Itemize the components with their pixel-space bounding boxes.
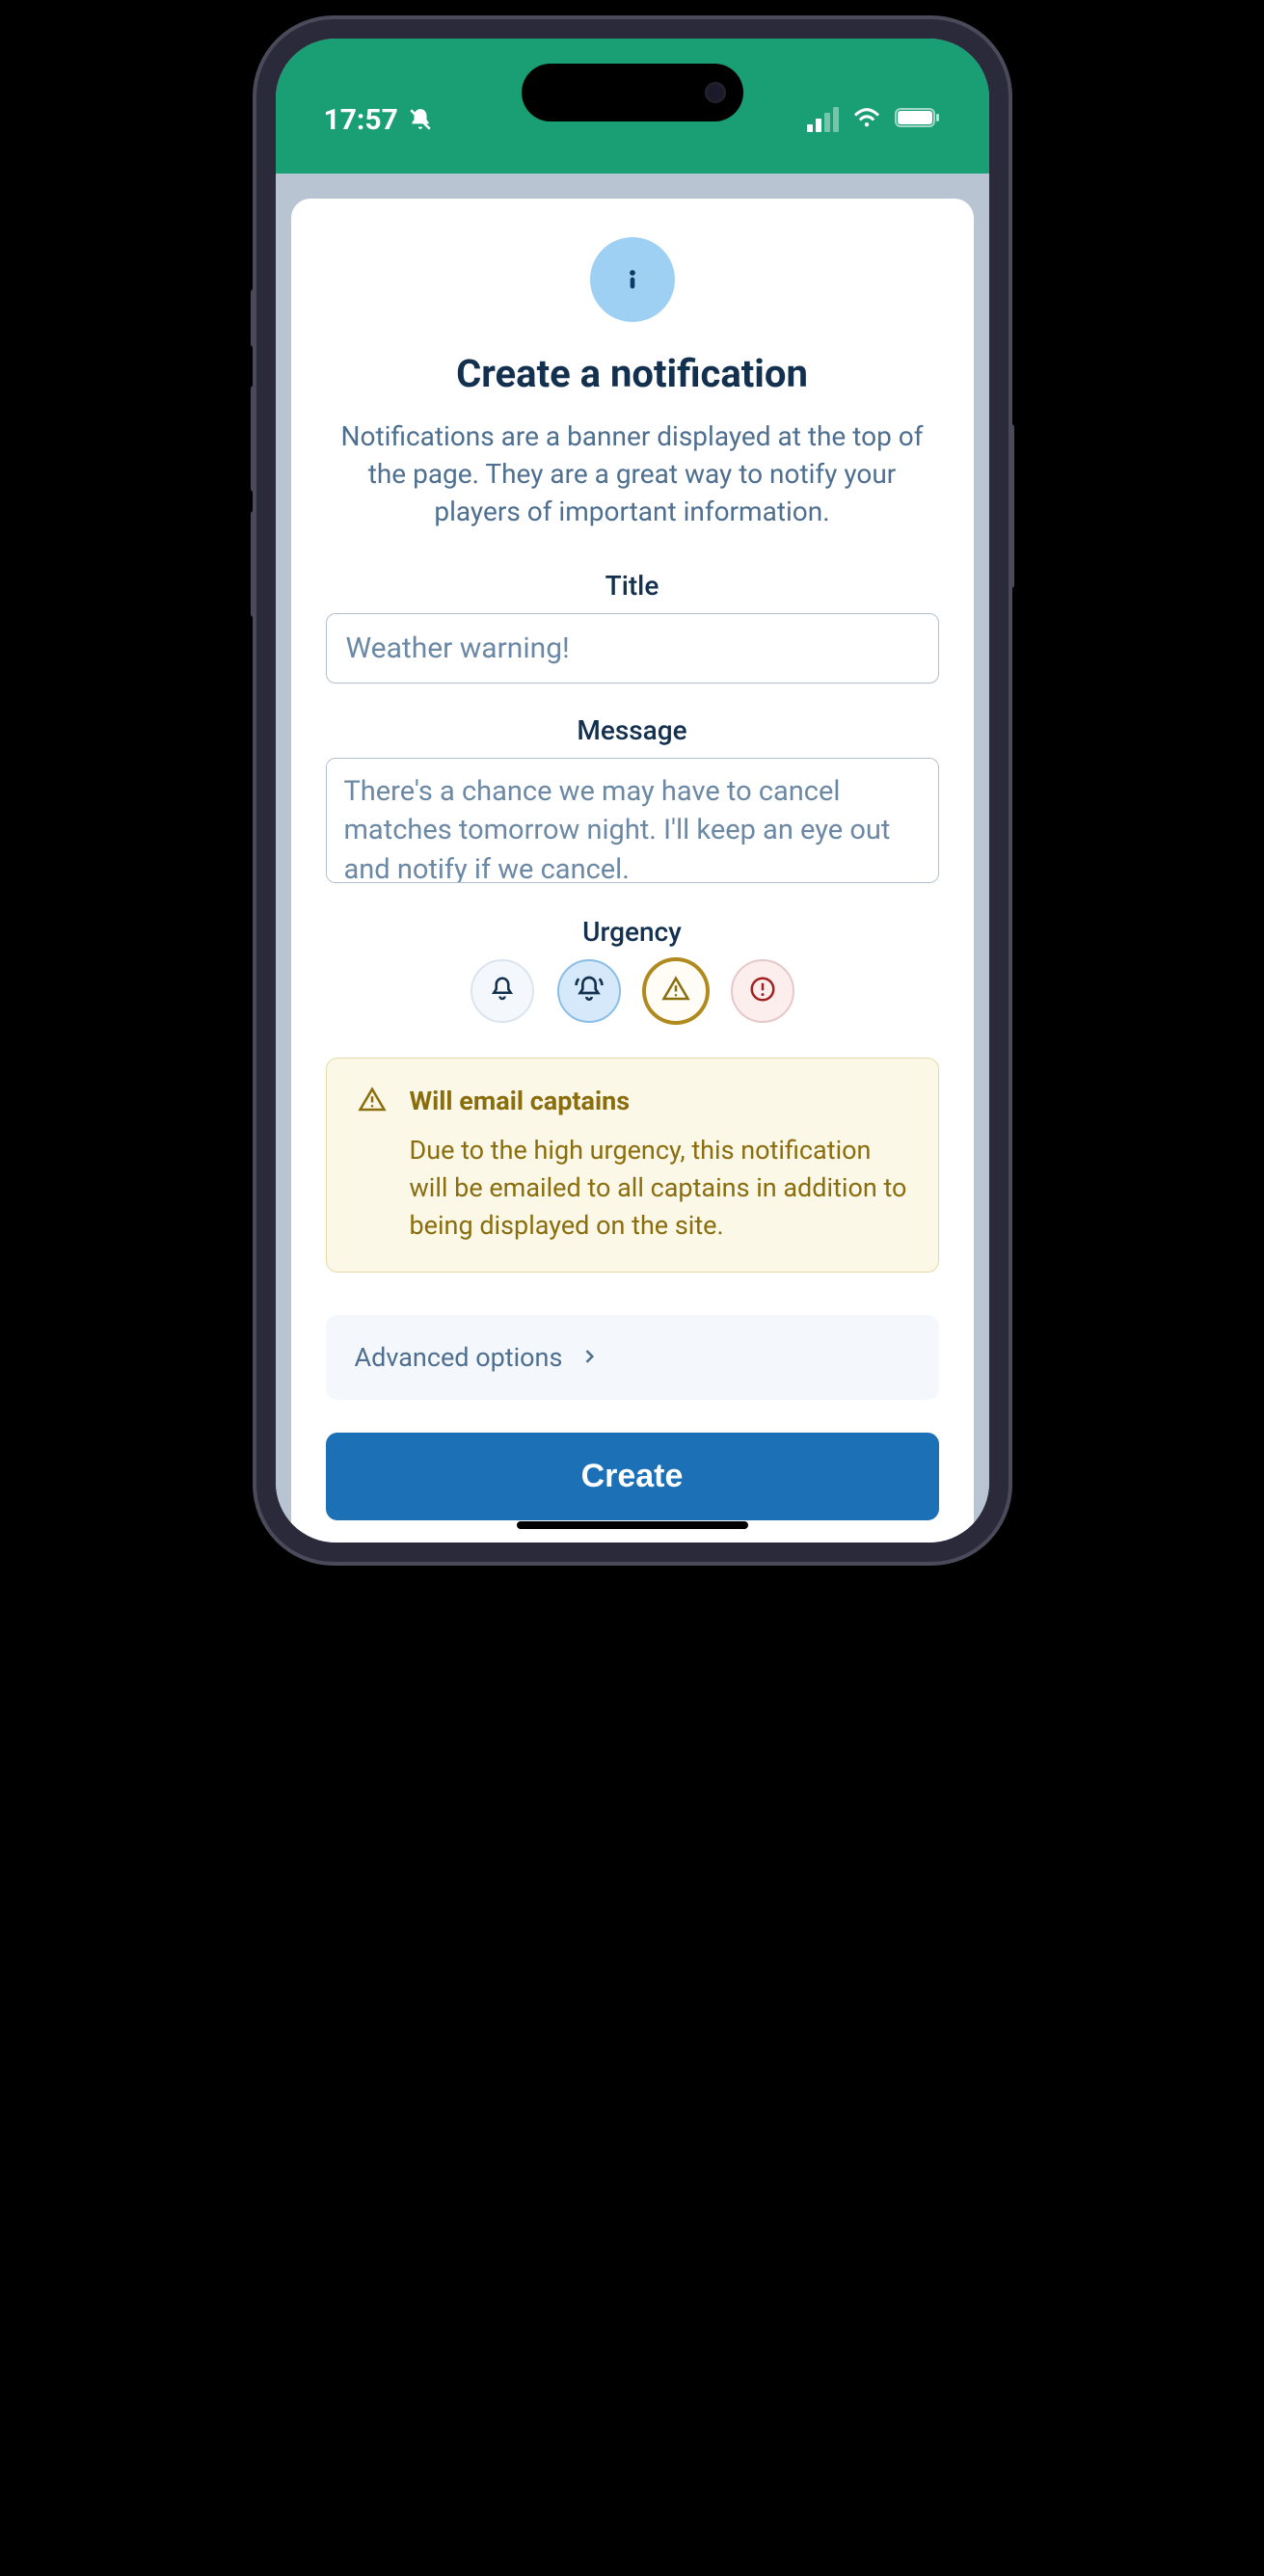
email-captains-notice: Will email captains Due to the high urge… (326, 1058, 939, 1273)
advanced-options-toggle[interactable]: Advanced options (326, 1315, 939, 1400)
cellular-icon (807, 107, 839, 132)
urgency-label: Urgency (326, 916, 939, 948)
urgency-selector (326, 959, 939, 1023)
notice-title: Will email captains (410, 1086, 907, 1116)
urgency-medium-button[interactable] (557, 959, 621, 1023)
info-icon (590, 237, 675, 322)
wifi-icon (852, 103, 881, 137)
bell-ring-icon (574, 974, 605, 1008)
clock: 17:57 (324, 103, 398, 137)
warning-triangle-icon (358, 1086, 387, 1245)
title-label: Title (326, 570, 939, 602)
chevron-right-icon (579, 1342, 599, 1373)
volume-down-button (251, 511, 256, 617)
home-indicator[interactable] (517, 1521, 748, 1529)
side-button (251, 289, 256, 347)
alert-circle-icon (748, 975, 777, 1007)
battery-icon (895, 103, 941, 137)
phone-frame: 17:57 Create a notificatio (256, 19, 1009, 1562)
bell-icon (488, 975, 517, 1007)
urgency-low-button[interactable] (471, 959, 534, 1023)
notice-body: Due to the high urgency, this notificati… (410, 1132, 907, 1245)
urgency-critical-button[interactable] (731, 959, 794, 1023)
modal-backdrop: Create a notification Notifications are … (276, 174, 989, 1543)
power-button (1009, 424, 1014, 588)
modal-title: Create a notification (326, 351, 939, 396)
volume-up-button (251, 386, 256, 492)
dynamic-island (522, 64, 743, 121)
urgency-high-button[interactable] (644, 959, 708, 1023)
warning-triangle-icon (661, 975, 690, 1007)
screen: 17:57 Create a notificatio (276, 39, 989, 1543)
advanced-options-label: Advanced options (355, 1342, 563, 1373)
modal-card: Create a notification Notifications are … (291, 199, 974, 1543)
dnd-icon (408, 107, 433, 132)
message-label: Message (326, 714, 939, 746)
modal-description: Notifications are a banner displayed at … (326, 417, 939, 531)
create-button[interactable]: Create (326, 1433, 939, 1520)
message-input[interactable] (326, 758, 939, 883)
title-input[interactable] (326, 613, 939, 684)
